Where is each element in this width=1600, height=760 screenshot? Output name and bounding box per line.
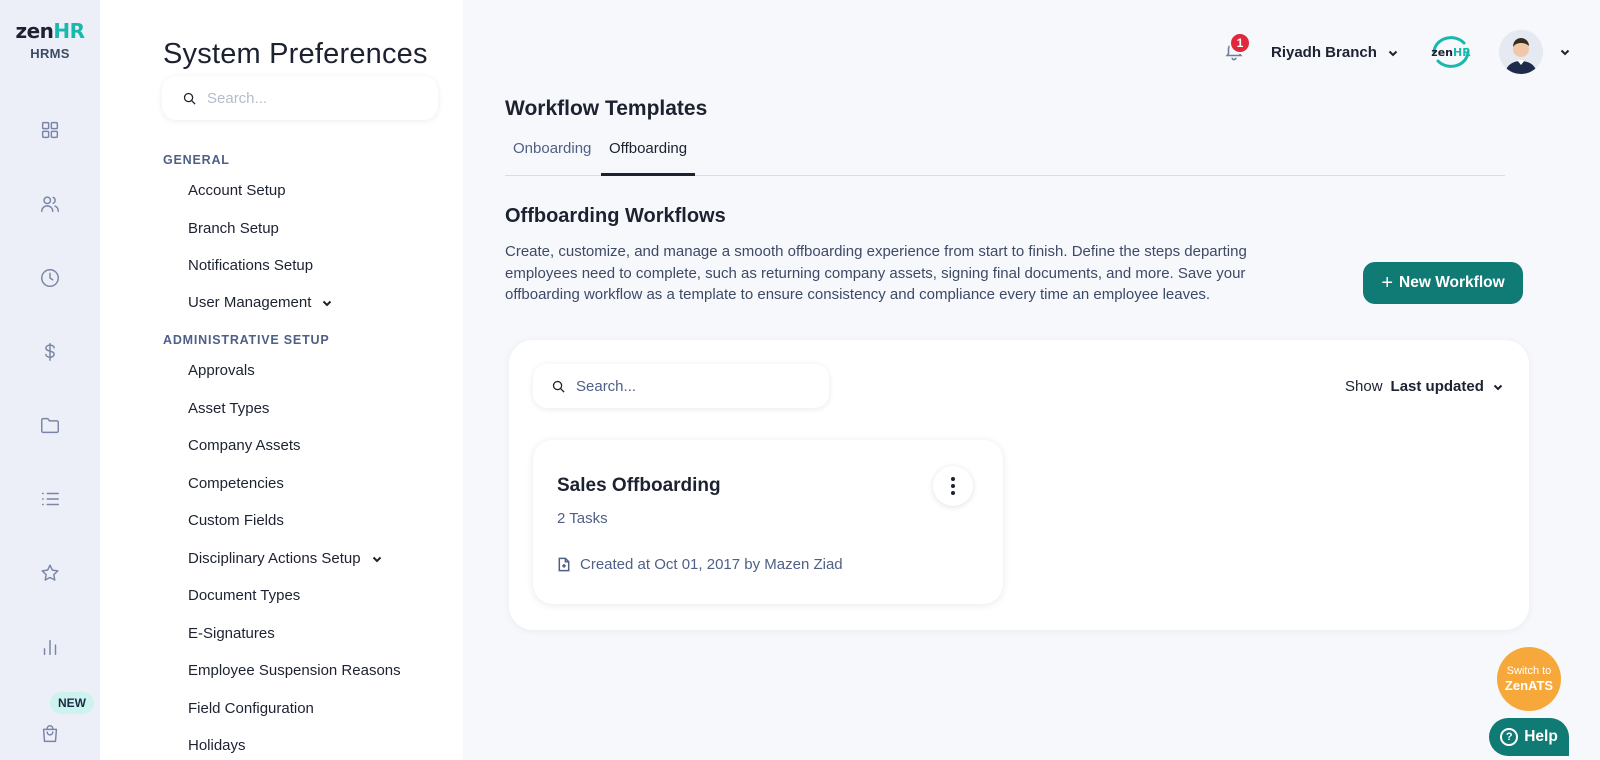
section-title: Offboarding Workflows — [505, 205, 726, 227]
sidebar-item-e-signatures[interactable]: E-Signatures — [188, 625, 275, 642]
sort-label: Show — [1345, 378, 1383, 395]
sidebar-item-label: User Management — [188, 294, 312, 311]
sidebar-item-custom-fields[interactable]: Custom Fields — [188, 512, 284, 529]
sidebar-item-notifications-setup[interactable]: Notifications Setup — [188, 257, 313, 274]
new-workflow-label: New Workflow — [1399, 274, 1505, 291]
sidebar-item-account-setup[interactable]: Account Setup — [188, 182, 286, 199]
section-heading-general: GENERAL — [163, 153, 230, 167]
sidebar-item-field-configuration[interactable]: Field Configuration — [188, 700, 314, 717]
dollar-icon[interactable] — [38, 340, 62, 364]
zenhr-mini-logo: zenHR — [1426, 34, 1476, 70]
sidebar-item-user-management[interactable]: User Management — [188, 294, 333, 311]
branch-label: Riyadh Branch — [1271, 44, 1377, 61]
kebab-dot — [951, 491, 955, 495]
switch-to-zenats-button[interactable]: Switch to ZenATS — [1497, 647, 1561, 711]
chevron-down-icon[interactable] — [1492, 381, 1504, 393]
chevron-down-icon — [323, 300, 332, 306]
search-icon — [552, 380, 565, 393]
help-label: Help — [1524, 728, 1558, 745]
dashboard-icon[interactable] — [38, 118, 62, 142]
tab-onboarding[interactable]: Onboarding — [505, 140, 599, 176]
workflow-search[interactable] — [533, 364, 829, 408]
new-workflow-button[interactable]: + New Workflow — [1363, 262, 1523, 304]
settings-sidebar: System Preferences GENERAL Account Setup… — [100, 0, 463, 760]
notification-count-badge: 1 — [1229, 32, 1251, 54]
workflow-card-title: Sales Offboarding — [557, 475, 721, 496]
workflow-card-created: Created at Oct 01, 2017 by Mazen Ziad — [580, 556, 843, 573]
svg-text:zenHR: zenHR — [1431, 46, 1471, 59]
sidebar-item-label: Disciplinary Actions Setup — [188, 550, 361, 567]
new-badge: NEW — [50, 692, 94, 714]
zenats-line2: ZenATS — [1504, 677, 1554, 693]
section-description: Create, customize, and manage a smooth o… — [505, 243, 1247, 303]
sidebar-item-approvals[interactable]: Approvals — [188, 362, 255, 379]
kebab-dot — [951, 484, 955, 488]
sidebar-search-input[interactable] — [207, 89, 407, 107]
sidebar-item-document-types[interactable]: Document Types — [188, 587, 300, 604]
list-icon[interactable] — [38, 487, 62, 511]
zenats-line1: Switch to — [1506, 664, 1552, 677]
workflows-panel: Show Last updated Sales Offboarding 2 Ta… — [509, 340, 1529, 630]
sidebar-item-disciplinary-actions[interactable]: Disciplinary Actions Setup — [188, 550, 383, 567]
icon-rail: zenHR HRMS NEW — [0, 0, 100, 760]
folder-icon[interactable] — [38, 413, 62, 437]
sidebar-search[interactable] — [162, 76, 438, 120]
star-icon[interactable] — [38, 561, 62, 585]
page-title: Workflow Templates — [505, 97, 708, 120]
clock-icon[interactable] — [38, 266, 62, 290]
section-heading-administrative: ADMINISTRATIVE SETUP — [163, 333, 330, 347]
tab-offboarding[interactable]: Offboarding — [601, 140, 696, 176]
chevron-down-icon — [1388, 50, 1398, 56]
sort-dropdown[interactable]: Last updated — [1391, 378, 1484, 395]
sort-control: Show Last updated — [1345, 378, 1504, 395]
sidebar-item-company-assets[interactable]: Company Assets — [188, 437, 301, 454]
sidebar-item-competencies[interactable]: Competencies — [188, 475, 284, 492]
tabs: Onboarding Offboarding — [505, 140, 1505, 176]
brand[interactable]: zenHR HRMS — [0, 20, 100, 61]
document-icon — [558, 557, 570, 572]
workflow-search-input[interactable] — [576, 377, 816, 395]
chevron-down-icon — [372, 556, 381, 562]
kebab-dot — [951, 477, 955, 481]
search-icon — [183, 92, 196, 105]
sidebar-title: System Preferences — [163, 38, 428, 70]
sidebar-item-asset-types[interactable]: Asset Types — [188, 400, 269, 417]
chevron-down-icon[interactable] — [1559, 46, 1571, 58]
avatar[interactable] — [1499, 30, 1543, 74]
zenhr-logo: zenHR — [15, 19, 85, 43]
sidebar-item-branch-setup[interactable]: Branch Setup — [188, 220, 279, 237]
sidebar-item-employee-suspension-reasons[interactable]: Employee Suspension Reasons — [188, 662, 401, 679]
main-content: 1 Riyadh Branch zenHR Workflow Templates… — [463, 0, 1600, 760]
branch-selector[interactable]: Riyadh Branch — [1271, 44, 1399, 61]
more-options-button[interactable] — [933, 466, 973, 506]
help-button[interactable]: ? Help — [1489, 718, 1569, 756]
workflow-card-meta: Created at Oct 01, 2017 by Mazen Ziad — [557, 556, 843, 573]
workflow-card-tasks: 2 Tasks — [557, 510, 608, 527]
bar-chart-icon[interactable] — [38, 635, 62, 659]
shopping-bag-icon[interactable] — [38, 722, 62, 746]
sidebar-item-holidays[interactable]: Holidays — [188, 737, 246, 754]
question-icon: ? — [1500, 728, 1519, 746]
plus-icon: + — [1381, 272, 1394, 294]
users-icon[interactable] — [38, 192, 62, 216]
workflow-card[interactable]: Sales Offboarding 2 Tasks Created at Oct… — [533, 440, 1003, 604]
brand-subtitle: HRMS — [30, 46, 70, 61]
